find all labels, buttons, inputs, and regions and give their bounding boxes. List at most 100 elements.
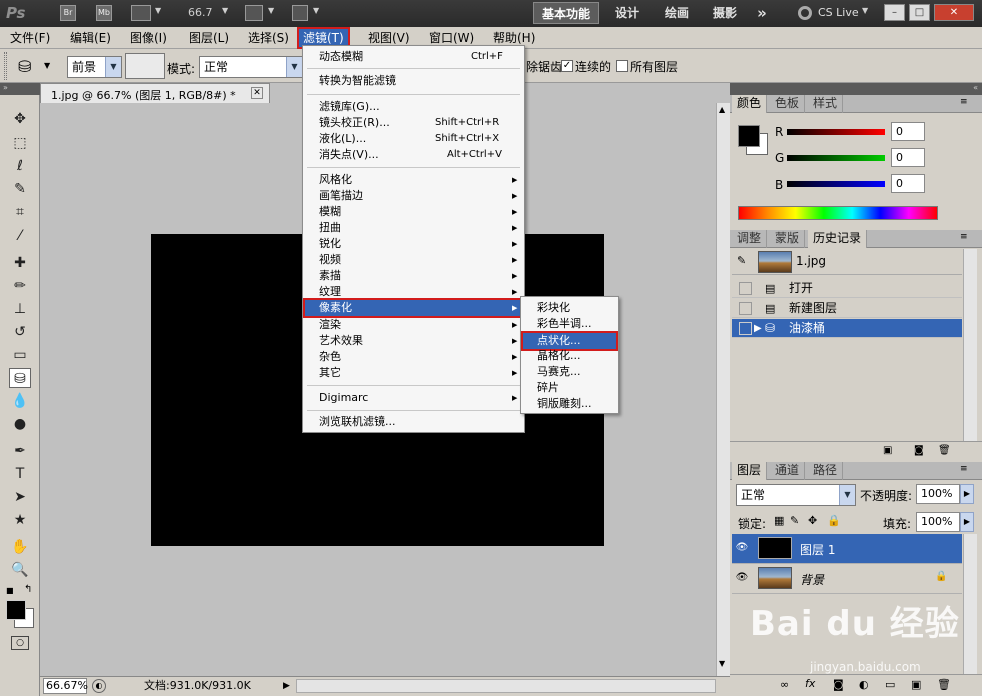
fill-slider-toggle-icon[interactable]: ▶ bbox=[960, 512, 974, 532]
history-source-box[interactable] bbox=[739, 282, 752, 295]
cs-live-button[interactable]: CS Live bbox=[818, 6, 859, 19]
scroll-down-icon[interactable]: ▼ bbox=[719, 659, 725, 668]
chevron-down-icon[interactable]: ▼ bbox=[44, 61, 50, 70]
pixelate-menu-item[interactable]: 铜版雕刻... bbox=[523, 396, 616, 412]
panel-collapse-icon[interactable]: « bbox=[730, 83, 982, 95]
panel-menu-icon[interactable]: ≡ bbox=[960, 97, 968, 107]
all-layers-checkbox[interactable] bbox=[616, 60, 628, 72]
layer-style-icon[interactable]: fx bbox=[805, 677, 815, 690]
menu-layer[interactable]: 图层(L) bbox=[185, 27, 233, 49]
green-slider[interactable] bbox=[787, 155, 885, 161]
layer-row-selected[interactable]: 👁 图层 1 bbox=[732, 534, 962, 564]
new-group-icon[interactable]: ▭ bbox=[885, 678, 895, 691]
filter-menu-item[interactable]: 艺术效果 ▶ bbox=[305, 333, 522, 349]
tab-adjustments[interactable]: 调整 bbox=[732, 230, 768, 248]
menu-image[interactable]: 图像(I) bbox=[126, 27, 171, 49]
new-document-icon[interactable]: ▣ bbox=[883, 445, 892, 456]
filter-menu-item[interactable]: 模糊 ▶ bbox=[305, 204, 522, 220]
chevron-down-icon[interactable]: ▼ bbox=[268, 6, 274, 15]
new-layer-icon[interactable]: ▣ bbox=[911, 678, 921, 691]
tab-color[interactable]: 颜色 bbox=[732, 95, 768, 113]
tab-masks[interactable]: 蒙版 bbox=[770, 230, 806, 248]
paint-bucket-icon[interactable]: ⛁ bbox=[18, 57, 31, 76]
filter-menu-item[interactable]: 画笔描边 ▶ bbox=[305, 188, 522, 204]
close-tab-icon[interactable]: ✕ bbox=[251, 87, 263, 99]
type-tool-icon[interactable]: T bbox=[9, 464, 31, 484]
zoom-level[interactable]: 66.7 bbox=[188, 6, 213, 19]
horizontal-scrollbar[interactable] bbox=[296, 679, 716, 693]
layer-mask-icon[interactable]: ◙ bbox=[833, 678, 844, 691]
close-button[interactable]: ✕ bbox=[934, 4, 974, 21]
lock-transparency-icon[interactable]: ▦ bbox=[774, 514, 784, 527]
filter-menu-item[interactable]: 视频 ▶ bbox=[305, 252, 522, 268]
trash-icon[interactable]: 🗑 bbox=[938, 445, 951, 456]
menu-select[interactable]: 选择(S) bbox=[244, 27, 293, 49]
link-layers-icon[interactable]: ∞ bbox=[780, 678, 789, 691]
tab-history[interactable]: 历史记录 bbox=[808, 230, 868, 248]
menu-edit[interactable]: 编辑(E) bbox=[66, 27, 115, 49]
layers-scrollbar[interactable] bbox=[963, 534, 977, 674]
filter-menu-item[interactable]: 镜头校正(R)... Shift+Ctrl+R bbox=[305, 115, 522, 131]
filter-menu-item[interactable]: 动态模糊 Ctrl+F bbox=[305, 49, 522, 65]
lasso-tool-icon[interactable]: ℓ bbox=[9, 156, 31, 176]
workspace-essentials[interactable]: 基本功能 bbox=[533, 2, 599, 24]
lock-position-icon[interactable]: ✥ bbox=[808, 514, 817, 527]
document-tab[interactable]: 1.jpg @ 66.7% (图层 1, RGB/8#) * ✕ bbox=[40, 83, 270, 103]
layer-row[interactable]: 👁 背景 🔒 bbox=[732, 564, 962, 594]
path-select-tool-icon[interactable]: ➤ bbox=[9, 487, 31, 507]
filter-menu-item[interactable]: 浏览联机滤镜... bbox=[305, 414, 522, 430]
fill-source-select[interactable]: 前景 ▼ bbox=[67, 56, 122, 78]
zoom-tool-icon[interactable]: 🔍 bbox=[9, 560, 31, 580]
marquee-tool-icon[interactable]: ⬚ bbox=[9, 133, 31, 153]
menu-file[interactable]: 文件(F) bbox=[6, 27, 54, 49]
pixelate-menu-item[interactable]: 彩色半调... bbox=[523, 316, 616, 332]
filter-menu-item[interactable]: Digimarc ▶ bbox=[305, 390, 522, 406]
tab-swatches[interactable]: 色板 bbox=[770, 95, 806, 113]
pixelate-menu-item[interactable]: 碎片 bbox=[523, 380, 616, 396]
chevron-down-icon[interactable]: ▼ bbox=[155, 6, 161, 15]
minimize-button[interactable]: – bbox=[884, 4, 905, 21]
filter-menu-item[interactable]: 其它 ▶ bbox=[305, 365, 522, 381]
history-source-box[interactable] bbox=[739, 302, 752, 315]
blend-mode-select[interactable]: 正常 ▼ bbox=[736, 484, 856, 506]
status-menu-icon[interactable]: ▶ bbox=[283, 677, 290, 695]
filter-menu-item[interactable]: 渲染 ▶ bbox=[305, 317, 522, 333]
visibility-eye-icon[interactable]: 👁 bbox=[735, 542, 749, 554]
maximize-button[interactable]: □ bbox=[909, 4, 930, 21]
foreground-color-swatch[interactable] bbox=[6, 600, 26, 620]
arrange-documents-icon[interactable] bbox=[245, 5, 263, 21]
history-step-selected[interactable]: ▶ ⛁ 油漆桶 bbox=[732, 319, 962, 338]
layer-name[interactable]: 图层 1 bbox=[800, 541, 835, 558]
layer-name[interactable]: 背景 bbox=[800, 571, 824, 588]
workspace-design[interactable]: 设计 bbox=[606, 2, 648, 24]
history-scrollbar[interactable] bbox=[963, 249, 977, 441]
lock-all-icon[interactable]: 🔒 bbox=[827, 514, 841, 527]
brush-tool-icon[interactable]: ✏ bbox=[9, 276, 31, 296]
green-value-input[interactable]: 0 bbox=[891, 148, 925, 167]
grip-handle[interactable] bbox=[4, 52, 7, 80]
filter-menu-item[interactable]: 素描 ▶ bbox=[305, 268, 522, 284]
fill-input[interactable]: 100% bbox=[916, 512, 960, 532]
opacity-input[interactable]: 100% bbox=[916, 484, 960, 504]
filter-menu-item[interactable]: 杂色 ▶ bbox=[305, 349, 522, 365]
pattern-picker[interactable] bbox=[125, 53, 165, 79]
tab-channels[interactable]: 通道 bbox=[770, 462, 806, 480]
filter-menu-item[interactable]: 消失点(V)... Alt+Ctrl+V bbox=[305, 147, 522, 163]
color-ramp[interactable] bbox=[738, 206, 938, 220]
filter-menu-item[interactable]: 滤镜库(G)... bbox=[305, 99, 522, 115]
filter-menu-item[interactable]: 液化(L)... Shift+Ctrl+X bbox=[305, 131, 522, 147]
default-colors-icon[interactable]: ■ bbox=[6, 586, 14, 595]
adjustment-layer-icon[interactable]: ◐ bbox=[859, 678, 869, 691]
tab-layers[interactable]: 图层 bbox=[732, 462, 768, 480]
panel-menu-icon[interactable]: ≡ bbox=[960, 464, 968, 474]
blue-value-input[interactable]: 0 bbox=[891, 174, 925, 193]
history-source-box[interactable] bbox=[739, 322, 752, 335]
workspace-photography[interactable]: 摄影 bbox=[704, 2, 746, 24]
chevron-down-icon[interactable]: ▼ bbox=[222, 6, 228, 15]
hand-tool-icon[interactable]: ✋ bbox=[9, 537, 31, 557]
foreground-color-swatch[interactable] bbox=[738, 125, 760, 147]
healing-brush-tool-icon[interactable]: ✚ bbox=[9, 253, 31, 273]
more-workspaces-button[interactable]: » bbox=[752, 2, 772, 24]
history-step[interactable]: ▤ 打开 bbox=[732, 279, 962, 298]
clone-stamp-tool-icon[interactable]: ⊥ bbox=[9, 299, 31, 319]
